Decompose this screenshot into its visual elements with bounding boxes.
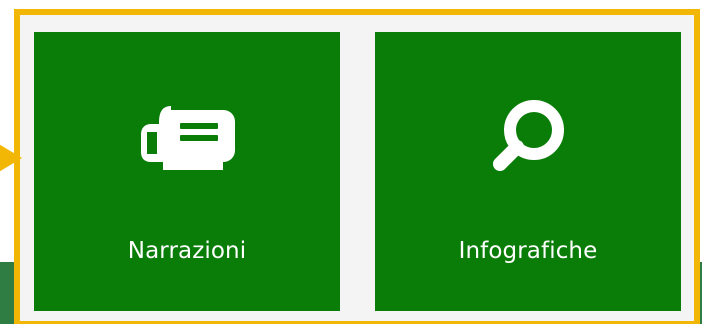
screen: Narrazioni Infografiche	[0, 0, 702, 324]
highlighted-tiles-panel: Narrazioni Infografiche	[14, 9, 700, 324]
infografiche-label: Infografiche	[458, 238, 598, 264]
search-icon	[476, 98, 580, 184]
narrazioni-tile[interactable]: Narrazioni	[34, 32, 340, 311]
newspaper-icon	[135, 98, 239, 184]
infografiche-tile[interactable]: Infografiche	[375, 32, 681, 311]
narrazioni-label: Narrazioni	[127, 238, 247, 264]
callout-pointer-arrow	[0, 140, 22, 176]
